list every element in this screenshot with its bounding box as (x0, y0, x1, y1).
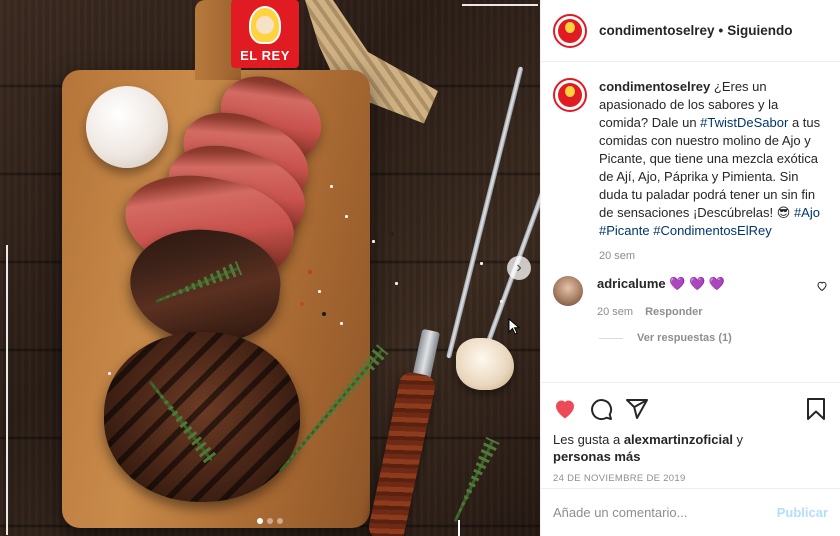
carousel-dot (267, 518, 273, 524)
send-icon (626, 399, 648, 419)
hashtag-link[interactable]: #TwistDeSabor (700, 115, 788, 130)
salt-speck (318, 290, 321, 293)
brand-logo-text: EL REY (237, 48, 293, 63)
comment-username[interactable]: adricalume (597, 276, 666, 291)
caption-part: a tus comidas con nuestro molino de Ajo … (599, 115, 821, 220)
post-header: condimentoselrey • Siguiendo (541, 0, 840, 62)
caption-timestamp: 20 sem (599, 250, 636, 262)
photo-frame-line (458, 520, 460, 536)
rosemary-sprig (453, 439, 495, 523)
commenter-avatar[interactable] (553, 276, 583, 306)
likes-suffix: y (732, 432, 744, 447)
post-sidebar: condimentoselrey • Siguiendo condimentos… (540, 0, 840, 536)
salt-speck (340, 322, 343, 325)
carousel-dot (277, 518, 283, 524)
follow-status-button[interactable]: Siguiendo (727, 23, 792, 38)
post-caption: condimentoselrey ¿Eres un apasionado de … (541, 62, 840, 262)
likes-others[interactable]: personas más (553, 449, 640, 464)
hashtag-link[interactable]: #Picante (599, 223, 650, 238)
mouse-cursor-icon (508, 318, 521, 335)
reply-button[interactable]: Responder (645, 306, 702, 318)
likes-user[interactable]: alexmartinzoficial (624, 432, 733, 447)
save-button[interactable] (804, 397, 828, 421)
hashtag-link[interactable]: #CondimentosElRey (653, 223, 772, 238)
publish-button[interactable]: Publicar (777, 505, 828, 520)
comment-item: adricalume 💜 💜 💜 20 sem Responder (541, 262, 840, 318)
photo-frame-line (6, 245, 8, 535)
carousel-dot-active (257, 518, 263, 524)
grilled-steak (104, 332, 300, 502)
post-photo[interactable]: EL REY › (0, 0, 540, 536)
profile-avatar[interactable] (553, 13, 587, 48)
comment-button[interactable] (589, 397, 613, 421)
salt-speck (480, 262, 483, 265)
chevron-right-icon: › (516, 259, 522, 276)
king-face-icon (256, 16, 274, 34)
likes-summary: Les gusta a alexmartinzoficial y persona… (553, 431, 828, 465)
view-replies-label: Ver respuestas (1) (637, 332, 732, 344)
heart-filled-icon (556, 400, 574, 419)
comment-icon (591, 399, 613, 421)
heart-outline-icon[interactable] (816, 280, 828, 292)
caption-username[interactable]: condimentoselrey (599, 79, 710, 94)
carousel-next-button[interactable]: › (507, 256, 531, 280)
garlic-clove (456, 338, 514, 390)
like-button[interactable] (553, 397, 577, 421)
salt-speck (500, 300, 503, 303)
comment-text: 💜 💜 💜 (669, 276, 726, 291)
header-separator: • (718, 23, 724, 38)
comment-timestamp: 20 sem (597, 306, 634, 318)
view-replies-button[interactable]: Ver respuestas (1) (541, 318, 840, 344)
salt-speck (330, 185, 333, 188)
garlic-bulb (86, 86, 168, 168)
comment-input[interactable] (553, 505, 777, 520)
header-username[interactable]: condimentoselrey (599, 23, 715, 38)
brand-logo: EL REY (231, 0, 299, 68)
peppercorn (322, 312, 326, 316)
add-comment-bar: Publicar (541, 488, 840, 536)
likes-prefix: Les gusta a (553, 432, 624, 447)
peppercorn (390, 232, 394, 236)
salt-speck (372, 240, 375, 243)
fork-tine (446, 66, 524, 359)
replies-divider (599, 337, 623, 339)
caption-avatar[interactable] (553, 78, 587, 112)
bookmark-icon (807, 398, 825, 420)
fork-handle (366, 370, 438, 536)
salt-speck (345, 215, 348, 218)
share-button[interactable] (625, 397, 649, 421)
caption-text: condimentoselrey ¿Eres un apasionado de … (599, 78, 828, 240)
post-date: 24 DE NOVIEMBRE DE 2019 (553, 473, 686, 484)
hashtag-link[interactable]: #Ajo (794, 205, 820, 220)
peppercorn (308, 270, 312, 274)
salt-speck (395, 282, 398, 285)
photo-frame-line (462, 4, 538, 6)
post-actions: Les gusta a alexmartinzoficial y persona… (541, 382, 840, 484)
salt-speck (108, 372, 111, 375)
peppercorn (300, 302, 304, 306)
carousel-indicator (257, 518, 283, 524)
